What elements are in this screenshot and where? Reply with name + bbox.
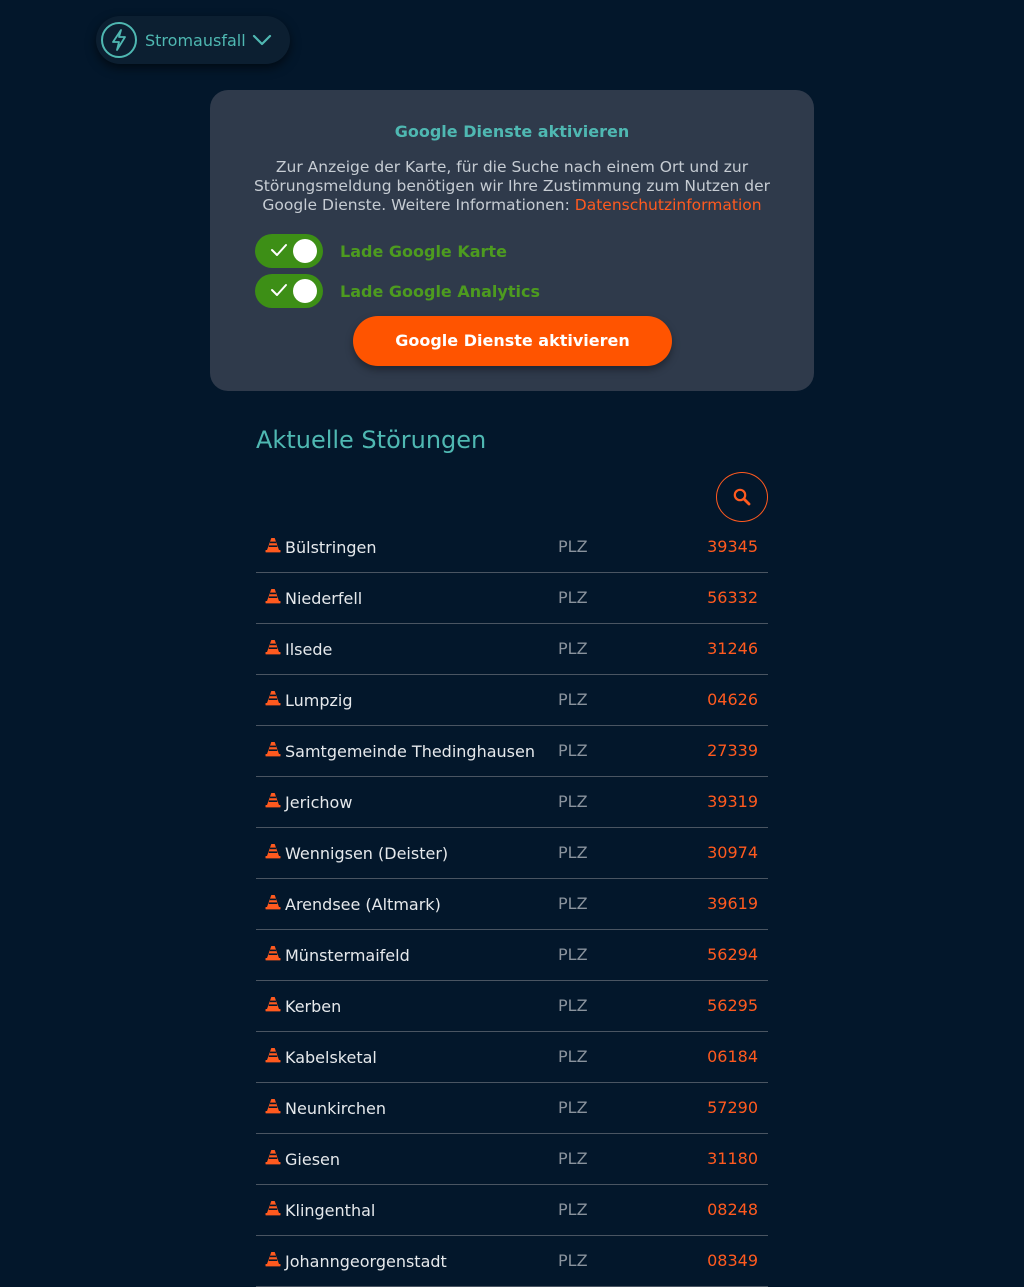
plz-label: PLZ (558, 894, 588, 913)
outage-row[interactable]: Kabelsketal PLZ 06184 (256, 1032, 768, 1083)
plz-label: PLZ (558, 1047, 588, 1066)
outage-type-selector[interactable]: Stromausfall (96, 16, 290, 64)
traffic-cone-icon (265, 1149, 281, 1169)
outage-type-label: Stromausfall (145, 30, 246, 50)
outage-row[interactable]: Wennigsen (Deister) PLZ 30974 (256, 828, 768, 879)
traffic-cone-icon (265, 843, 281, 863)
chevron-down-icon (252, 34, 272, 46)
outage-city: Samtgemeinde Thedinghausen (285, 742, 535, 761)
outage-plz: 08349 (707, 1251, 758, 1270)
google-consent-panel: Google Dienste aktivieren Zur Anzeige de… (210, 90, 814, 391)
traffic-cone-icon (265, 1098, 281, 1118)
outage-city: Johanngeorgenstadt (285, 1252, 447, 1271)
outage-row[interactable]: Lumpzig PLZ 04626 (256, 675, 768, 726)
outage-plz: 27339 (707, 741, 758, 760)
outage-plz: 39319 (707, 792, 758, 811)
outage-city: Münstermaifeld (285, 946, 410, 965)
traffic-cone-icon (265, 1200, 281, 1220)
google-analytics-toggle[interactable] (255, 274, 323, 308)
check-icon (271, 284, 287, 296)
lightning-bolt-icon (101, 22, 137, 58)
plz-label: PLZ (558, 996, 588, 1015)
outage-row[interactable]: Arendsee (Altmark) PLZ 39619 (256, 879, 768, 930)
traffic-cone-icon (265, 741, 281, 761)
plz-label: PLZ (558, 843, 588, 862)
outage-plz: 31180 (707, 1149, 758, 1168)
outage-row[interactable]: Samtgemeinde Thedinghausen PLZ 27339 (256, 726, 768, 777)
outage-city: Ilsede (285, 640, 333, 659)
outage-city: Giesen (285, 1150, 341, 1169)
google-maps-toggle[interactable] (255, 234, 323, 268)
traffic-cone-icon (265, 690, 281, 710)
outage-plz: 06184 (707, 1047, 758, 1066)
google-maps-toggle-label: Lade Google Karte (340, 241, 507, 261)
outage-row[interactable]: Bülstringen PLZ 39345 (256, 522, 768, 573)
plz-label: PLZ (558, 588, 588, 607)
outage-city: Bülstringen (285, 538, 377, 557)
toggle-knob (293, 279, 317, 303)
consent-description: Zur Anzeige der Karte, für die Suche nac… (234, 158, 790, 215)
plz-label: PLZ (558, 1251, 588, 1270)
outage-row[interactable]: Klingenthal PLZ 08248 (256, 1185, 768, 1236)
consent-title: Google Dienste aktivieren (394, 122, 630, 141)
privacy-info-link[interactable]: Datenschutzinformation (575, 196, 762, 214)
plz-label: PLZ (558, 1149, 588, 1168)
outage-row[interactable]: Münstermaifeld PLZ 56294 (256, 930, 768, 981)
outage-plz: 56294 (707, 945, 758, 964)
traffic-cone-icon (265, 1251, 281, 1271)
outage-plz: 31246 (707, 639, 758, 658)
plz-label: PLZ (558, 1098, 588, 1117)
outage-city: Kabelsketal (285, 1048, 377, 1067)
plz-label: PLZ (558, 792, 588, 811)
activate-google-services-button[interactable]: Google Dienste aktivieren (353, 316, 672, 366)
traffic-cone-icon (265, 639, 281, 659)
toggle-row-google-analytics: Lade Google Analytics (255, 274, 540, 308)
outage-city: Arendsee (Altmark) (285, 895, 441, 914)
traffic-cone-icon (265, 792, 281, 812)
plz-label: PLZ (558, 537, 588, 556)
toggle-knob (293, 239, 317, 263)
outage-row[interactable]: Niederfell PLZ 56332 (256, 573, 768, 624)
plz-label: PLZ (558, 741, 588, 760)
outage-plz: 56332 (707, 588, 758, 607)
traffic-cone-icon (265, 537, 281, 557)
outage-row[interactable]: Johanngeorgenstadt PLZ 08349 (256, 1236, 768, 1287)
check-icon (271, 244, 287, 256)
outage-plz: 57290 (707, 1098, 758, 1117)
outage-city: Niederfell (285, 589, 363, 608)
outage-city: Klingenthal (285, 1201, 376, 1220)
traffic-cone-icon (265, 588, 281, 608)
outage-city: Jerichow (285, 793, 353, 812)
outage-row[interactable]: Kerben PLZ 56295 (256, 981, 768, 1032)
traffic-cone-icon (265, 996, 281, 1016)
outage-plz: 04626 (707, 690, 758, 709)
outage-row[interactable]: Ilsede PLZ 31246 (256, 624, 768, 675)
search-icon (733, 488, 751, 506)
outage-city: Lumpzig (285, 691, 353, 710)
plz-label: PLZ (558, 690, 588, 709)
traffic-cone-icon (265, 894, 281, 914)
toggle-row-google-maps: Lade Google Karte (255, 234, 507, 268)
plz-label: PLZ (558, 1200, 588, 1219)
search-button[interactable] (716, 472, 768, 522)
outage-row[interactable]: Neunkirchen PLZ 57290 (256, 1083, 768, 1134)
plz-label: PLZ (558, 945, 588, 964)
outages-title: Aktuelle Störungen (256, 426, 487, 454)
outage-plz: 39345 (707, 537, 758, 556)
outage-plz: 39619 (707, 894, 758, 913)
traffic-cone-icon (265, 945, 281, 965)
outage-plz: 30974 (707, 843, 758, 862)
outage-plz: 08248 (707, 1200, 758, 1219)
outage-city: Wennigsen (Deister) (285, 844, 449, 863)
outage-list: Bülstringen PLZ 39345 Niederfell PLZ 56332 Ils… (256, 522, 768, 1287)
google-analytics-toggle-label: Lade Google Analytics (340, 281, 540, 301)
outage-city: Neunkirchen (285, 1099, 386, 1118)
traffic-cone-icon (265, 1047, 281, 1067)
plz-label: PLZ (558, 639, 588, 658)
outage-city: Kerben (285, 997, 342, 1016)
outage-plz: 56295 (707, 996, 758, 1015)
outage-row[interactable]: Giesen PLZ 31180 (256, 1134, 768, 1185)
outage-row[interactable]: Jerichow PLZ 39319 (256, 777, 768, 828)
